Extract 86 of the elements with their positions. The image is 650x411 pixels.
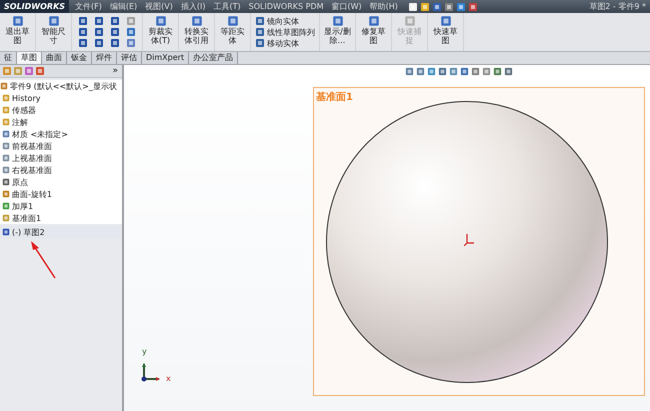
- view-toolbar-button[interactable]: [471, 67, 480, 76]
- sketch-tool-button[interactable]: [108, 38, 122, 48]
- menu-item[interactable]: 视图(V): [143, 1, 175, 12]
- tree-item[interactable]: 上视基准面: [0, 152, 122, 164]
- tab[interactable]: 钣金: [67, 52, 92, 64]
- tree-item[interactable]: 前视基准面: [0, 140, 122, 152]
- menu-item[interactable]: 工具(T): [212, 1, 243, 12]
- menu-item[interactable]: 编辑(E): [108, 1, 140, 12]
- menu-item[interactable]: 帮助(H): [368, 1, 400, 12]
- axis-label: x: [166, 374, 171, 383]
- axis-label: y: [142, 347, 147, 356]
- menu-item[interactable]: SOLIDWORKS PDM: [246, 2, 326, 11]
- tree-item[interactable]: 材质 <未指定>: [0, 128, 122, 140]
- tree-item[interactable]: 加厚1: [0, 200, 122, 212]
- sketch-tool-button[interactable]: [108, 16, 122, 26]
- tab[interactable]: 草图: [17, 52, 42, 64]
- tab[interactable]: 评估: [117, 52, 142, 64]
- app-logo: SOLIDWORKS: [0, 0, 70, 13]
- tool-icon: [440, 15, 452, 27]
- toolbar-button[interactable]: 剪裁实体(T): [143, 13, 179, 51]
- quick-access-icon: [408, 2, 418, 12]
- tab[interactable]: 曲面: [42, 52, 67, 64]
- toolbar-button[interactable]: 线性草图阵列: [255, 26, 315, 38]
- view-toolbar-button[interactable]: [493, 67, 502, 76]
- sketch-tool-button[interactable]: [92, 16, 106, 26]
- tree-item[interactable]: 零件9 (默认<<默认>_显示状: [0, 80, 122, 92]
- sketch-tool-button[interactable]: [76, 38, 90, 48]
- sketch-tool-button[interactable]: [92, 27, 106, 37]
- tool-icon: [368, 15, 380, 27]
- toolbar-button[interactable]: 镜向实体: [255, 16, 315, 26]
- tool-icon: [190, 15, 202, 27]
- tree-item[interactable]: 右视基准面: [0, 164, 122, 176]
- tree-item[interactable]: 原点: [0, 176, 122, 188]
- tool-icon: [12, 15, 24, 27]
- window-title: 草图2 - 零件9 *: [589, 1, 646, 12]
- tab[interactable]: 焊件: [92, 52, 117, 64]
- tool-icon: [154, 15, 166, 27]
- toolbar-button[interactable]: 快速草图: [428, 13, 464, 51]
- part-icon: [0, 82, 8, 90]
- tree-item[interactable]: History: [0, 92, 122, 104]
- plane-label: 基准面1: [316, 90, 353, 104]
- view-toolbar-button[interactable]: [482, 67, 491, 76]
- toolbar-button[interactable]: 转换实体引用: [179, 13, 215, 51]
- quick-access-icon: [432, 2, 442, 12]
- toolbar-button[interactable]: 智能尺寸: [36, 13, 72, 51]
- sketch-tool-button[interactable]: [76, 16, 90, 26]
- sketch-tool-button[interactable]: [76, 27, 90, 37]
- tree-item[interactable]: 传感器: [0, 104, 122, 116]
- view-toolbar-button[interactable]: [460, 67, 469, 76]
- quick-access-icon: [444, 2, 454, 12]
- sketch-tool-button[interactable]: [108, 27, 122, 37]
- tree-item[interactable]: (-) 草图2: [0, 226, 122, 238]
- quick-access-icon: [468, 2, 478, 12]
- view-toolbar-button[interactable]: [416, 67, 425, 76]
- toolbar-button[interactable]: 移动实体: [255, 38, 315, 48]
- tab[interactable]: 办公室产品: [189, 52, 238, 64]
- menu-item[interactable]: 窗口(W): [330, 1, 364, 12]
- quick-access-icon: [420, 2, 430, 12]
- panel-tab-button[interactable]: [35, 66, 45, 76]
- view-toolbar-button[interactable]: [438, 67, 447, 76]
- menu-item[interactable]: 文件(F): [73, 1, 104, 12]
- sketch-tool-button[interactable]: [124, 38, 138, 48]
- sketch-origin-icon: [464, 234, 474, 246]
- tab[interactable]: DimXpert: [142, 52, 190, 64]
- view-toolbar-button[interactable]: [449, 67, 458, 76]
- sketch-tool-button[interactable]: [92, 38, 106, 48]
- tool-icon: [48, 15, 60, 27]
- toolbar-button[interactable]: 等距实体: [215, 13, 251, 51]
- toolbar-button[interactable]: 退出草图: [0, 13, 36, 51]
- quick-access-icon: [456, 2, 466, 12]
- panel-tab-button[interactable]: [24, 66, 34, 76]
- tree-item[interactable]: 注解: [0, 116, 122, 128]
- menu-item[interactable]: 插入(I): [178, 1, 208, 12]
- tree-item[interactable]: 基准面1: [0, 212, 122, 224]
- annotation-arrow: [28, 240, 58, 280]
- tree-item[interactable]: 曲面-旋转1: [0, 188, 122, 200]
- tab[interactable]: 征: [0, 52, 17, 64]
- view-toolbar-button[interactable]: [427, 67, 436, 76]
- view-toolbar-button[interactable]: [405, 67, 414, 76]
- expand-chevron[interactable]: »: [112, 66, 120, 76]
- toolbar-button[interactable]: 修复草图: [356, 13, 392, 51]
- tool-icon: [332, 15, 344, 27]
- tool-icon: [226, 15, 238, 27]
- toolbar-button[interactable]: 显示/删除...: [320, 13, 356, 51]
- sketch-tool-button[interactable]: [124, 27, 138, 37]
- view-toolbar-button[interactable]: [504, 67, 513, 76]
